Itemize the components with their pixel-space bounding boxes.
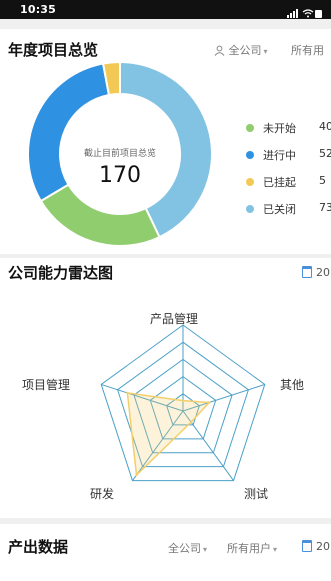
legend-label: 已关闭	[263, 203, 296, 216]
output-company-filter[interactable]: 全公司 ▾	[168, 540, 207, 556]
radar-series-area	[126, 392, 211, 477]
user-filter-label: 所有用	[291, 44, 324, 57]
radar-axis-label: 项目管理	[22, 378, 71, 392]
legend-label: 进行中	[263, 149, 296, 162]
legend-label: 未开始	[263, 122, 296, 135]
output-user-filter-label: 所有用户	[227, 542, 271, 555]
legend-item: 进行中 52	[246, 147, 331, 163]
output-user-filter[interactable]: 所有用户 ▾	[227, 540, 277, 556]
radar-card: 公司能力雷达图 20 产品管理 其他 测试 研发 项目管理	[0, 258, 331, 518]
radar-axis-label: 测试	[244, 487, 269, 501]
cellular-signal-icon	[287, 9, 298, 18]
donut-center-caption: 截止目前项目总览	[83, 149, 156, 159]
radar-axis-label: 产品管理	[150, 312, 199, 326]
legend-dot	[246, 151, 254, 159]
donut-slice-未开始	[39, 183, 161, 247]
donut-center-total: 170	[99, 163, 141, 188]
radar-axis-label: 研发	[90, 487, 115, 501]
company-filter[interactable]: 全公司 ▾	[214, 42, 268, 58]
battery-icon	[315, 10, 322, 18]
signal-icons	[287, 4, 323, 23]
legend-label: 已挂起	[263, 176, 296, 189]
legend-item: 已关闭 73	[246, 201, 331, 217]
output-title: 产出数据	[8, 538, 69, 556]
calendar-icon	[302, 540, 312, 552]
legend-count: 40	[319, 120, 331, 133]
user-filter[interactable]: 所有用	[291, 42, 324, 58]
output-company-filter-label: 全公司	[168, 542, 201, 555]
status-bar: 10:35	[0, 0, 331, 19]
output-card: 产出数据 全公司 ▾ 所有用户 ▾ 20	[0, 524, 331, 581]
wifi-icon	[302, 9, 314, 18]
legend-item: 已挂起 5	[246, 174, 326, 190]
legend-item: 未开始 40	[246, 120, 331, 136]
company-filter-label: 全公司	[228, 44, 262, 57]
legend-dot	[246, 124, 254, 132]
legend-dot	[246, 178, 254, 186]
radar-axis-label: 其他	[280, 378, 305, 392]
output-date-label: 20	[316, 540, 330, 553]
legend-dot	[246, 205, 254, 213]
radar-point	[135, 473, 138, 477]
radar-point	[207, 401, 211, 404]
radar-point	[181, 399, 185, 402]
legend-count: 73	[319, 201, 331, 214]
output-date-picker[interactable]: 20	[302, 540, 330, 553]
status-time: 10:35	[20, 3, 57, 16]
radar-point	[126, 391, 129, 395]
radar-point	[189, 420, 193, 424]
chevron-down-icon: ▾	[203, 545, 208, 554]
legend-count: 52	[319, 147, 331, 160]
chevron-down-icon: ▾	[273, 545, 278, 554]
chevron-down-icon: ▾	[263, 47, 268, 56]
legend-count: 5	[319, 174, 326, 187]
overview-card: 年度项目总览 全公司 ▾ 所有用 截止目前项目总览 170 未开始 40 进行中 52 已…	[0, 29, 331, 254]
